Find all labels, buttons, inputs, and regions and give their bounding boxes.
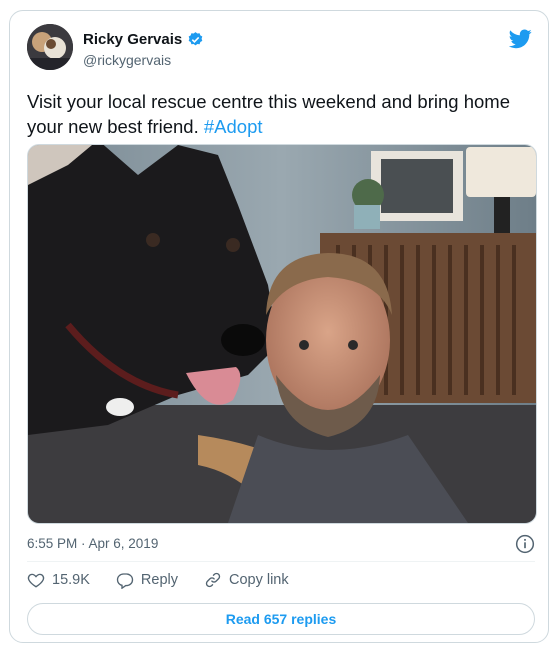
tweet-photo[interactable] bbox=[27, 144, 537, 524]
like-button[interactable]: 15.9K bbox=[27, 571, 90, 589]
tweet-card: Ricky Gervais @rickygervais Visit your l… bbox=[9, 10, 549, 643]
timestamp[interactable]: 6:55 PM · Apr 6, 2019 bbox=[27, 536, 158, 551]
link-icon bbox=[205, 572, 221, 588]
twitter-bird-icon[interactable] bbox=[509, 29, 532, 49]
action-bar: 15.9K Reply Copy link bbox=[27, 571, 315, 589]
hashtag-link[interactable]: #Adopt bbox=[204, 116, 263, 137]
author-name[interactable]: Ricky Gervais bbox=[83, 31, 182, 48]
tweet-text: Visit your local rescue centre this week… bbox=[27, 89, 527, 139]
info-icon[interactable] bbox=[515, 534, 535, 554]
read-replies-label: Read 657 replies bbox=[225, 611, 337, 627]
author-handle[interactable]: @rickygervais bbox=[83, 52, 171, 68]
meta-row: 6:55 PM · Apr 6, 2019 bbox=[27, 534, 535, 556]
copy-link-button[interactable]: Copy link bbox=[204, 571, 289, 589]
reply-label: Reply bbox=[140, 572, 178, 588]
avatar-image bbox=[27, 24, 73, 70]
reply-button[interactable]: Reply bbox=[116, 571, 178, 589]
heart-icon bbox=[27, 573, 45, 588]
copy-link-label: Copy link bbox=[228, 572, 289, 588]
read-replies-button[interactable]: Read 657 replies bbox=[27, 603, 535, 635]
like-count: 15.9K bbox=[52, 572, 90, 588]
verified-badge-icon bbox=[188, 32, 203, 46]
author-row[interactable]: Ricky Gervais bbox=[83, 31, 204, 48]
photo-illustration bbox=[28, 145, 536, 523]
tweet-body: Visit your local rescue centre this week… bbox=[27, 91, 510, 137]
avatar[interactable] bbox=[27, 24, 73, 70]
reply-icon bbox=[116, 573, 134, 589]
divider bbox=[27, 561, 535, 562]
